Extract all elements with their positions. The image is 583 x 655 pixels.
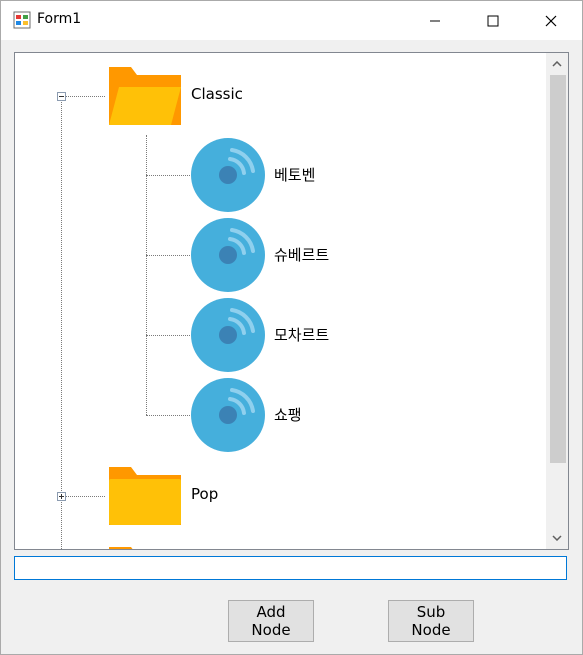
scroll-up-button[interactable] xyxy=(546,53,568,75)
scroll-down-button[interactable] xyxy=(546,527,568,549)
form-window: Form1 Classic 베토벤 슈베르트 모차르트 쇼팽 Pop Add N… xyxy=(0,0,583,655)
disc-icon xyxy=(191,298,265,372)
expand-toggle-pop[interactable] xyxy=(57,492,66,501)
tree-line xyxy=(146,135,147,415)
minimize-button[interactable] xyxy=(406,1,464,40)
tree-line xyxy=(61,496,105,497)
add-node-button[interactable]: Add Node xyxy=(228,600,314,642)
node-name-input[interactable] xyxy=(14,556,567,580)
tree-node-label[interactable]: Pop xyxy=(191,485,218,503)
folder-open-icon xyxy=(109,67,181,125)
close-button[interactable] xyxy=(522,1,580,40)
collapse-toggle-classic[interactable] xyxy=(57,92,66,101)
tree-line xyxy=(146,415,190,416)
tree-node-label[interactable]: 쇼팽 xyxy=(274,404,302,425)
maximize-icon xyxy=(487,15,499,26)
scroll-thumb[interactable] xyxy=(550,75,566,463)
folder-icon xyxy=(109,467,181,525)
title-bar[interactable]: Form1 xyxy=(1,1,582,40)
minimize-icon xyxy=(430,20,440,21)
tree-node-label[interactable]: 슈베르트 xyxy=(274,244,329,265)
tree-line xyxy=(61,96,105,97)
tree-node-label[interactable]: Classic xyxy=(191,85,243,103)
app-icon xyxy=(13,11,31,29)
tree-node-label[interactable]: 베토벤 xyxy=(274,164,315,185)
disc-icon xyxy=(191,138,265,212)
chevron-down-icon xyxy=(552,535,562,541)
folder-icon xyxy=(109,547,133,549)
disc-icon xyxy=(191,218,265,292)
tree-view[interactable]: Classic 베토벤 슈베르트 모차르트 쇼팽 Pop xyxy=(14,52,569,550)
vertical-scrollbar[interactable] xyxy=(546,53,568,549)
tree-line xyxy=(61,96,62,549)
close-icon xyxy=(545,15,557,26)
tree-line xyxy=(146,175,190,176)
disc-icon xyxy=(191,378,265,452)
tree-line xyxy=(146,335,190,336)
maximize-button[interactable] xyxy=(464,1,522,40)
sub-node-button[interactable]: Sub Node xyxy=(388,600,474,642)
window-title: Form1 xyxy=(37,11,82,27)
tree-line xyxy=(146,255,190,256)
tree-node-label[interactable]: 모차르트 xyxy=(274,324,329,345)
chevron-up-icon xyxy=(552,61,562,67)
